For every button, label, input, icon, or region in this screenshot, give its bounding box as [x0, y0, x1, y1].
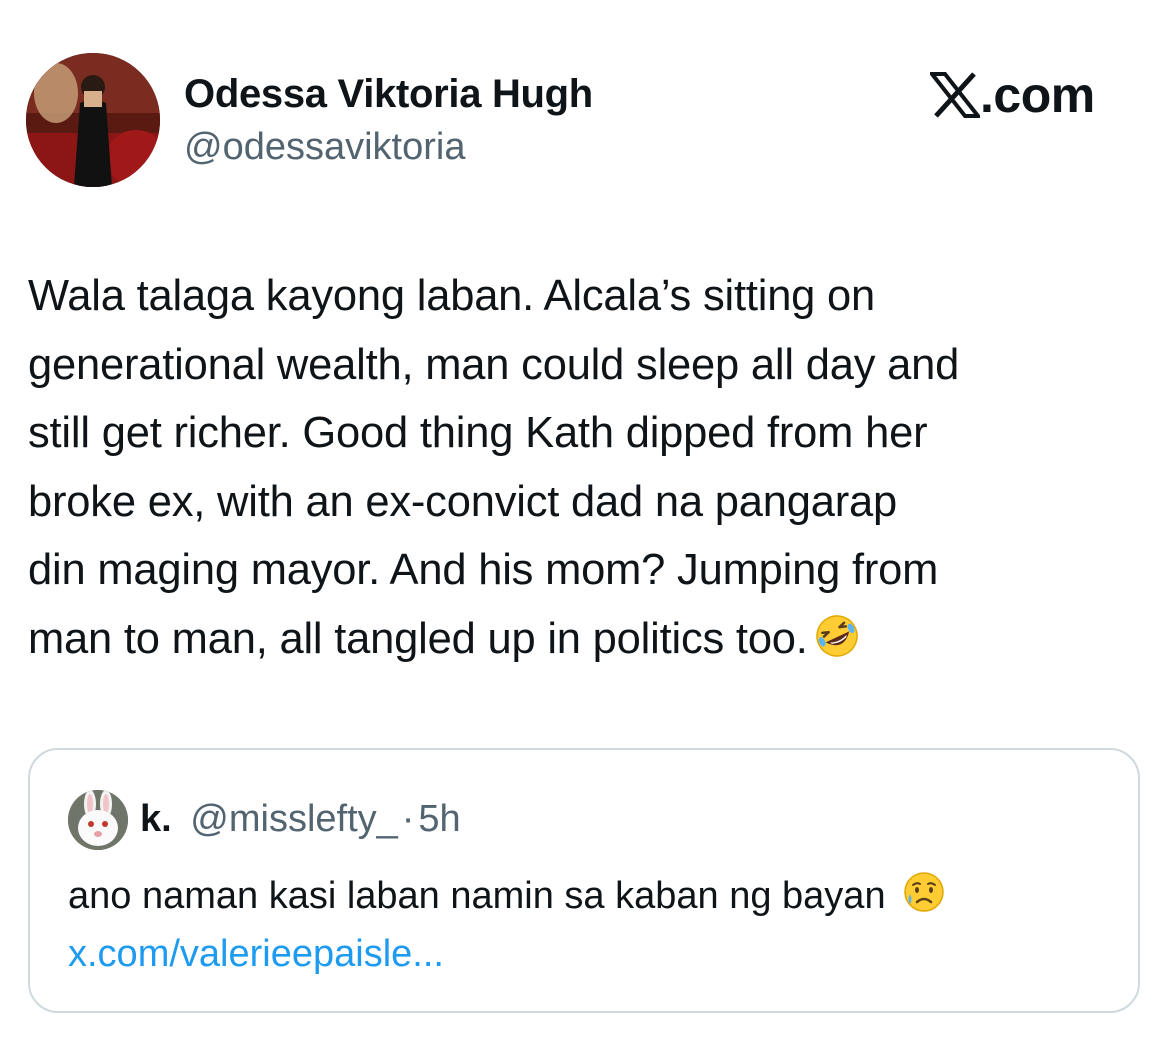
- sad-relieved-face-emoji: [902, 870, 946, 930]
- quoted-tweet-card[interactable]: k. @misslefty_ · 5h ano naman kasi laban n…: [28, 748, 1140, 1013]
- quoted-display-name[interactable]: k.: [140, 798, 172, 840]
- brand-logo: .com: [930, 66, 1095, 124]
- quoted-link[interactable]: x.com/valerieepaisle...: [68, 926, 444, 982]
- quoted-handle[interactable]: @misslefty_: [190, 798, 398, 840]
- rolling-on-floor-laughing-emoji: [814, 611, 860, 680]
- profile-photo: [26, 53, 160, 187]
- quoted-text-body: ano naman kasi laban namin sa kaban ng b…: [68, 875, 886, 917]
- bunny-avatar-icon: [68, 790, 128, 850]
- quoted-avatar[interactable]: [68, 790, 128, 850]
- quoted-text: ano naman kasi laban namin sa kaban ng b…: [68, 868, 946, 930]
- author-handle[interactable]: @odessaviktoria: [184, 124, 465, 170]
- author-display-name[interactable]: Odessa Viktoria Hugh: [184, 70, 593, 118]
- quoted-header: k. @misslefty_ · 5h: [140, 796, 461, 842]
- tweet-line: broke ex, with an ex-convict dad na pang…: [28, 477, 897, 526]
- brand-suffix: .com: [980, 67, 1095, 123]
- tweet-line: din maging mayor. And his mom? Jumping f…: [28, 546, 939, 595]
- tweet-line: man to man, all tangled up in politics t…: [28, 614, 808, 663]
- tweet-line: Wala talaga kayong laban. Alcala’s sitti…: [28, 272, 876, 320]
- tweet-line: generational wealth, man could sleep all…: [28, 340, 960, 389]
- author-avatar[interactable]: [26, 53, 160, 187]
- tweet-text: Wala talaga kayong laban. Alcala’s sitti…: [28, 262, 1148, 680]
- separator-dot: ·: [401, 798, 415, 840]
- quoted-timestamp[interactable]: 5h: [418, 798, 460, 840]
- tweet-line: still get richer. Good thing Kath dipped…: [28, 409, 928, 458]
- x-logo-icon: [930, 72, 980, 118]
